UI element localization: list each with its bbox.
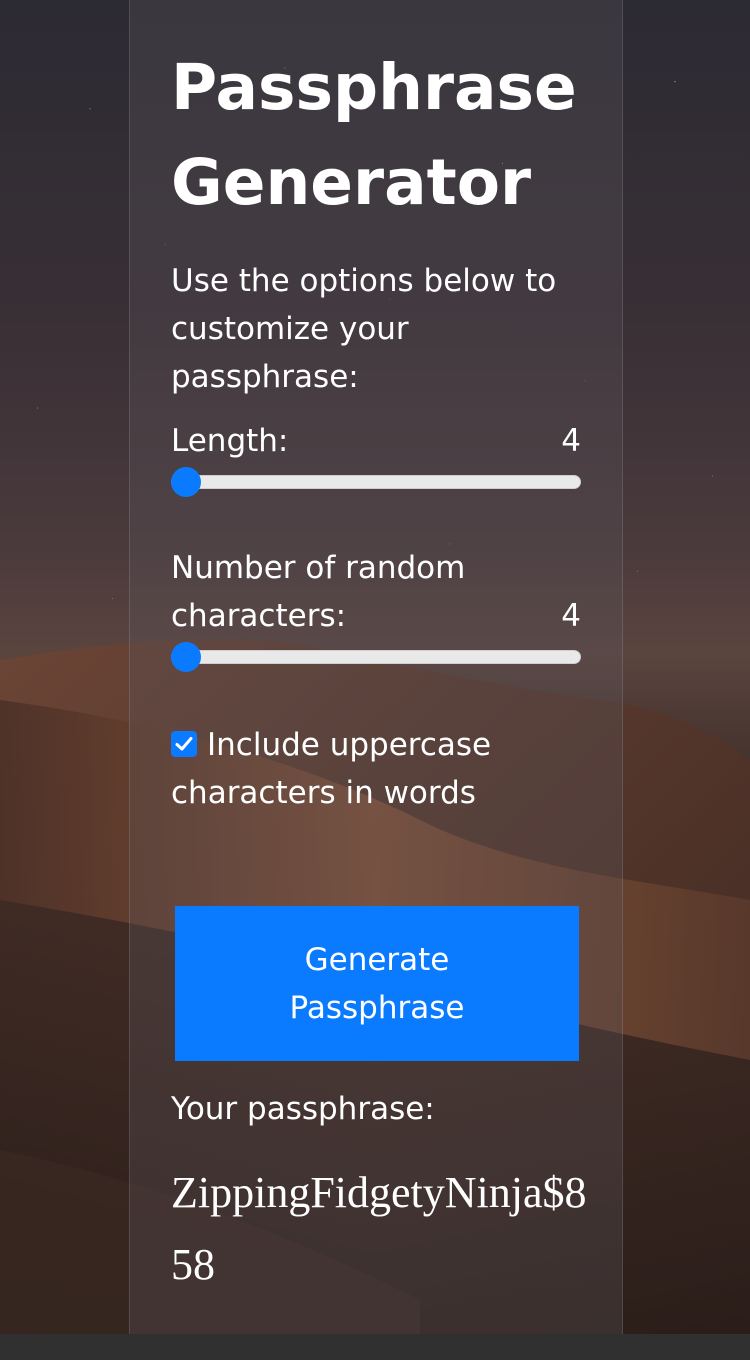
intro-text: Use the options below to customize your …	[171, 263, 557, 395]
random-chars-slider[interactable]	[171, 642, 581, 672]
checkmark-icon	[175, 737, 193, 751]
page-title: Passphrase Generator	[171, 51, 577, 219]
random-chars-label: Number of random characters:	[171, 550, 466, 634]
length-label-row: Length: 4	[171, 417, 581, 465]
bottom-bar	[0, 1334, 750, 1360]
length-slider-track[interactable]	[171, 475, 581, 489]
random-chars-value: 4	[561, 598, 581, 634]
uppercase-checkbox[interactable]	[171, 731, 197, 757]
random-chars-slider-track[interactable]	[171, 650, 581, 664]
random-chars-label-row: Number of random characters: 4	[171, 544, 581, 640]
generated-passphrase: ZippingFidgetyNinja$858	[171, 1168, 587, 1289]
length-slider-thumb[interactable]	[171, 467, 201, 497]
length-label: Length:	[171, 423, 289, 459]
length-slider[interactable]	[171, 467, 581, 497]
uppercase-option[interactable]: Include uppercase characters in words	[171, 721, 581, 817]
random-chars-slider-thumb[interactable]	[171, 642, 201, 672]
generate-passphrase-button[interactable]: Generate Passphrase	[175, 906, 579, 1061]
page-background: Passphrase Generator Use the options bel…	[0, 0, 750, 1360]
result-label: Your passphrase:	[171, 1091, 435, 1127]
uppercase-label: Include uppercase characters in words	[171, 727, 492, 811]
length-value: 4	[561, 423, 581, 459]
